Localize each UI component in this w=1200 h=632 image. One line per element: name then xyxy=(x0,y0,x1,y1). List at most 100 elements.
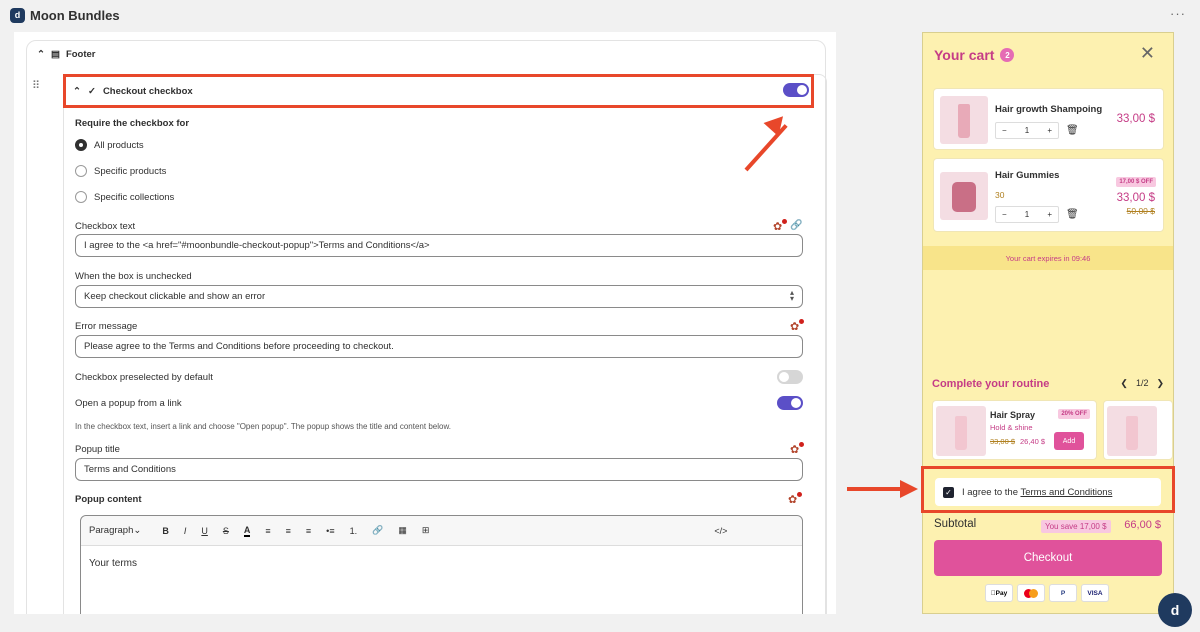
align-right-icon[interactable]: ≡ xyxy=(306,526,311,536)
upsell-price: 26,40 $ xyxy=(1020,437,1046,446)
plus-icon[interactable]: + xyxy=(1047,126,1052,135)
minus-icon[interactable]: − xyxy=(1002,210,1007,219)
preselected-label: Checkbox preselected by default xyxy=(75,372,213,383)
checkbox-checked-icon[interactable]: ✓ xyxy=(943,486,954,498)
footer-header[interactable]: ⌃ ▤ Footer xyxy=(37,49,96,60)
italic-icon[interactable]: I xyxy=(184,526,187,536)
popup-content-editor[interactable]: Paragraph⌄ B I U S A ≡ ≡ ≡ •≡ 1. 🔗 ▦ ⊞ <… xyxy=(80,515,803,614)
strikethrough-icon[interactable]: S xyxy=(223,526,229,536)
upsell-add-button[interactable]: Add xyxy=(1054,432,1084,450)
item-compare-price: 50,00 $ xyxy=(1126,206,1155,216)
radio-button[interactable] xyxy=(75,165,87,177)
upsell-pagination: ❮ 1/2 ❯ xyxy=(1120,378,1164,389)
item-price: 33,00 $ xyxy=(1116,192,1155,204)
chevron-up-icon[interactable]: ⌃ xyxy=(37,49,45,60)
ai-translate-icon[interactable] xyxy=(790,319,804,333)
paragraph-select[interactable]: Paragraph⌄ xyxy=(89,525,141,536)
trash-icon[interactable]: 🗑 xyxy=(1066,209,1079,220)
link-icon[interactable]: 🔗 xyxy=(790,220,802,231)
checkout-checkbox-toggle[interactable] xyxy=(783,83,809,97)
upsell-card: Hair Spray Hold & shine 33,00 $ 26,40 $ … xyxy=(932,400,1097,460)
code-view-icon[interactable]: </> xyxy=(714,526,727,536)
popup-label: Open a popup from a link xyxy=(75,398,182,409)
underline-icon[interactable]: U xyxy=(201,526,208,536)
top-bar: d Moon Bundles ··· xyxy=(0,0,1200,30)
more-options-icon[interactable]: ··· xyxy=(1170,6,1186,21)
app-logo-icon: d xyxy=(10,7,25,23)
upsell-name: Hair Spray xyxy=(990,410,1036,420)
ai-translate-icon[interactable] xyxy=(788,492,802,506)
radio-specific-collections[interactable]: Specific collections xyxy=(75,191,174,203)
require-label: Require the checkbox for xyxy=(75,118,190,129)
popup-title-input[interactable]: Terms and Conditions xyxy=(75,458,803,481)
settings-editor: ⌃ ▤ Footer ⠿ ⌃ ✓ Checkout checkbox Requi… xyxy=(14,32,836,614)
cart-title: Your cart 2 xyxy=(934,47,1015,63)
product-image xyxy=(940,172,988,220)
cart-expiry-banner: Your cart expires in 09:46 xyxy=(923,246,1173,270)
chevron-up-icon[interactable]: ⌃ xyxy=(73,86,81,97)
quantity-stepper[interactable]: − 1 + xyxy=(995,122,1059,139)
apple-pay-icon: Pay xyxy=(985,584,1013,602)
bottle-shape xyxy=(955,416,967,450)
editor-body[interactable]: Your terms xyxy=(81,546,802,581)
ai-translate-icon[interactable] xyxy=(773,219,787,233)
checkbox-text-label: Checkbox text xyxy=(75,221,136,232)
text-color-icon[interactable]: A xyxy=(243,525,251,537)
cart-item: Hair Gummies 30 − 1 + 🗑 17,00 $ OFF 33,00 … xyxy=(933,158,1164,232)
image-icon[interactable]: ▦ xyxy=(398,525,407,536)
mastercard-orange-circle xyxy=(1029,588,1038,598)
annotation-arrowhead xyxy=(900,480,918,498)
radio-button[interactable] xyxy=(75,139,87,151)
paypal-icon: P xyxy=(1049,584,1077,602)
terms-link[interactable]: Terms and Conditions xyxy=(1020,487,1112,498)
apple-pay-label: Pay xyxy=(993,589,1008,597)
product-image xyxy=(1107,406,1157,456)
app-launcher-button[interactable]: d xyxy=(1158,593,1192,627)
minus-icon[interactable]: − xyxy=(1002,126,1007,135)
footer-label: Footer xyxy=(65,49,96,60)
radio-all-products[interactable]: All products xyxy=(75,139,144,151)
plus-icon[interactable]: + xyxy=(1047,210,1052,219)
radio-label: All products xyxy=(94,139,144,151)
radio-specific-products[interactable]: Specific products xyxy=(75,165,166,177)
subtotal-value: 66,00 $ xyxy=(1124,519,1161,531)
product-image xyxy=(936,406,986,456)
ai-translate-icon[interactable] xyxy=(790,442,804,456)
close-icon[interactable]: ✕ xyxy=(1140,43,1155,64)
checkout-checkbox-header[interactable]: ⌃ ✓ Checkout checkbox xyxy=(65,76,811,106)
bullet-list-icon[interactable]: •≡ xyxy=(326,526,334,536)
app-title: Moon Bundles xyxy=(30,7,120,23)
unchecked-select[interactable]: Keep checkout clickable and show an erro… xyxy=(75,285,803,308)
quantity-stepper[interactable]: − 1 + xyxy=(995,206,1059,223)
bold-icon[interactable]: B xyxy=(162,526,169,536)
chevron-left-icon[interactable]: ❮ xyxy=(1120,378,1128,389)
align-center-icon[interactable]: ≡ xyxy=(286,526,291,536)
check-icon: ✓ xyxy=(87,85,96,97)
numbered-list-icon[interactable]: 1. xyxy=(350,526,358,536)
trash-icon[interactable]: 🗑 xyxy=(1066,125,1079,136)
cart-item: Hair growth Shampoing − 1 + 🗑 33,00 $ xyxy=(933,88,1164,150)
terms-checkbox-row[interactable]: ✓ I agree to the Terms and Conditions xyxy=(935,478,1161,506)
quantity-value: 1 xyxy=(1024,210,1030,219)
table-icon[interactable]: ⊞ xyxy=(422,525,430,536)
checkout-button[interactable]: Checkout xyxy=(934,540,1162,576)
upsell-page-indicator: 1/2 xyxy=(1135,378,1149,388)
unchecked-select-value: Keep checkout clickable and show an erro… xyxy=(84,291,266,302)
popup-toggle[interactable] xyxy=(777,396,803,410)
error-message-input[interactable]: Please agree to the Terms and Conditions… xyxy=(75,335,803,358)
item-price: 33,00 $ xyxy=(1116,113,1155,125)
terms-checkbox-text: I agree to the xyxy=(962,486,1018,498)
radio-label: Specific collections xyxy=(94,191,175,203)
upsell-subtitle: Hold & shine xyxy=(990,423,1033,432)
chevron-right-icon[interactable]: ❯ xyxy=(1156,378,1164,389)
checkbox-text-input[interactable]: I agree to the <a href="#moonbundle-chec… xyxy=(75,234,803,257)
link-icon[interactable]: 🔗 xyxy=(372,525,383,536)
drag-handle-icon[interactable]: ⠿ xyxy=(32,81,40,92)
upsell-discount-badge: 20% OFF xyxy=(1058,409,1090,419)
align-left-icon[interactable]: ≡ xyxy=(265,526,270,536)
item-name: Hair growth Shampoing xyxy=(995,104,1103,115)
jar-shape xyxy=(952,182,976,212)
preselected-toggle[interactable] xyxy=(777,370,803,384)
radio-button[interactable] xyxy=(75,191,87,203)
discount-badge: 17,00 $ OFF xyxy=(1116,177,1156,187)
